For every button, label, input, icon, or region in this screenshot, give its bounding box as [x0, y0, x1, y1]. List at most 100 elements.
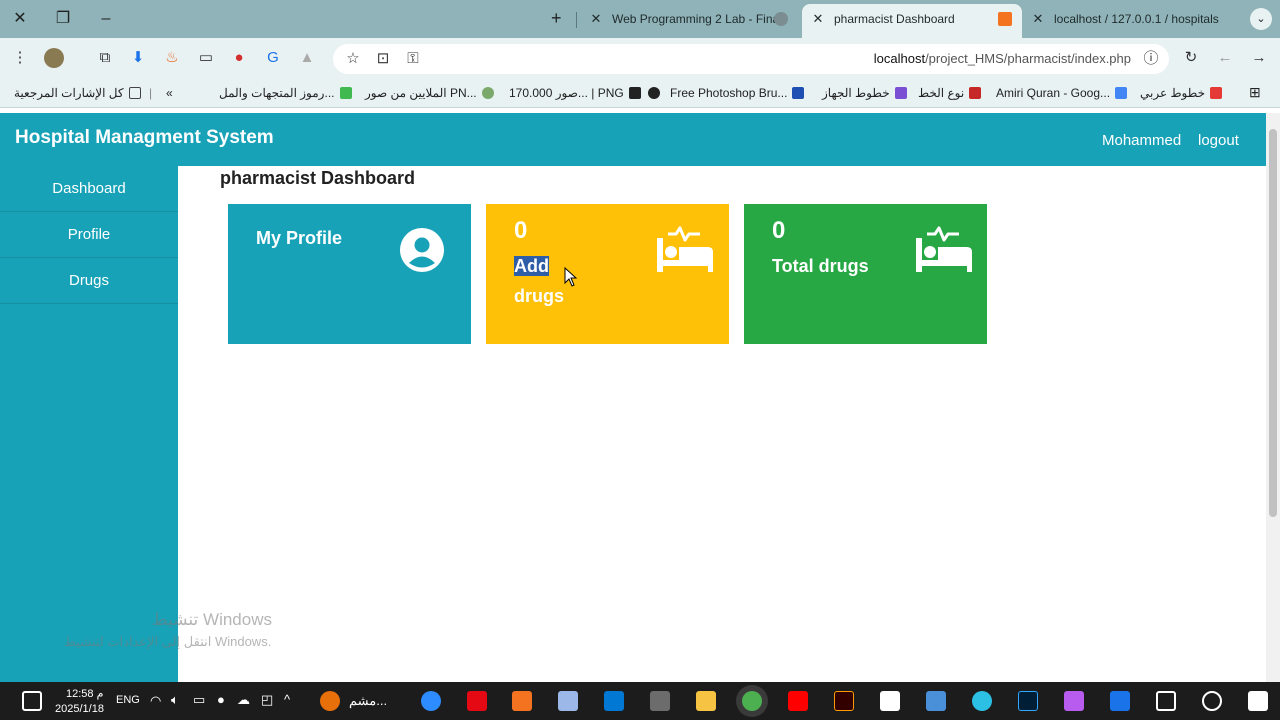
show-hidden-icons[interactable]: ^	[284, 692, 290, 707]
battery-icon[interactable]: ▭	[193, 692, 205, 708]
meet-icon[interactable]: ◰	[261, 692, 273, 708]
screen-capture-icon[interactable]: ▭	[196, 48, 216, 68]
add-drugs-card[interactable]: 0 Add drugs	[486, 204, 729, 344]
site-info-icon[interactable]: ⓘ	[1141, 49, 1161, 69]
tab-search-icon[interactable]: ⌄	[1250, 8, 1272, 30]
bookmark-png-170k[interactable]: صور 170.000... | PNG	[509, 86, 641, 100]
bookmark-photoshop[interactable]: Free Photoshop Bru...	[648, 86, 805, 100]
copilot-icon[interactable]	[1064, 691, 1084, 711]
language-indicator[interactable]: ENG	[116, 694, 140, 706]
windows-taskbar: 12:58 م 2025/1/18 ENG ◠ 🔈︎ ▭ ● ☁ ◰ ^ مشم…	[0, 682, 1280, 720]
apps-grid-icon[interactable]: ⊞	[1249, 84, 1261, 101]
onedrive-icon[interactable]: ☁	[237, 692, 250, 708]
close-window-icon[interactable]: ✕	[9, 8, 31, 30]
reload-icon[interactable]: ↻	[1181, 48, 1201, 68]
youtube-icon[interactable]	[788, 691, 808, 711]
b-site-icon	[792, 87, 805, 99]
translate-icon[interactable]: G	[263, 48, 283, 68]
bookmark-divider: |	[149, 86, 153, 100]
address-bar[interactable]: ☆ ⊡ ⚿ localhost/project_HMS/pharmacist/i…	[333, 44, 1169, 74]
globe-icon	[648, 87, 660, 99]
total-drugs-card[interactable]: 0 Total drugs	[744, 204, 987, 344]
notifications-icon[interactable]	[22, 691, 42, 711]
xampp-icon[interactable]	[512, 691, 532, 711]
font-type-icon	[969, 87, 982, 99]
back-arrow-icon[interactable]: ←	[1215, 48, 1235, 68]
new-tab-icon[interactable]: +	[551, 8, 562, 29]
volume-icon[interactable]: 🔈︎	[171, 692, 179, 708]
task-view-icon[interactable]	[1156, 691, 1176, 711]
tab-web-programming[interactable]: ✕ Web Programming 2 Lab - Fina	[584, 4, 798, 38]
font-site-icon	[894, 87, 907, 99]
bookmark-vectors[interactable]: رموز المتجهات والمل...	[219, 86, 352, 100]
bookmark-png-millions[interactable]: الملايين من صور PN...	[365, 86, 494, 100]
wifi-icon[interactable]: ◠	[150, 693, 161, 709]
bookmark-all[interactable]: كل الإشارات المرجعية	[14, 86, 141, 100]
top-navbar: Hospital Managment System Mohammed logou…	[0, 113, 1266, 166]
extensions-icon[interactable]: ⧉	[95, 48, 115, 68]
forward-arrow-icon[interactable]: →	[1249, 48, 1269, 68]
download-icon[interactable]: ⬇	[128, 48, 148, 68]
photoshop-icon[interactable]	[1018, 691, 1038, 711]
close-tab-icon[interactable]: ✕	[810, 4, 826, 34]
search-icon[interactable]	[1202, 691, 1222, 711]
microphone-icon[interactable]: ●	[217, 692, 225, 707]
clock-date[interactable]: 2025/1/18	[55, 703, 104, 715]
close-tab-icon[interactable]: ✕	[1030, 4, 1046, 34]
menu-dots-icon[interactable]: ⋮	[10, 48, 30, 68]
edge-icon[interactable]	[972, 691, 992, 711]
chrome-icon[interactable]	[742, 691, 762, 711]
start-windows-icon[interactable]	[1248, 691, 1268, 711]
close-tab-icon[interactable]: ✕	[588, 4, 604, 34]
drive-extension-icon[interactable]: ▲	[297, 48, 317, 68]
mail-icon[interactable]	[1110, 691, 1130, 711]
virtualbox-icon[interactable]	[558, 691, 578, 711]
zoom-icon[interactable]	[421, 691, 441, 711]
card-label: My Profile	[256, 228, 343, 248]
taskbar-item-label[interactable]: مشم...	[349, 693, 387, 709]
bookmark-arabic-fonts[interactable]: خطوط عربي	[1140, 86, 1223, 100]
bed-pulse-icon	[657, 226, 713, 272]
windows-activation-title: تنشيط Windows	[152, 610, 272, 629]
bookmark-font-type[interactable]: نوع الخط	[918, 86, 982, 100]
card-count: 0	[772, 217, 786, 244]
bookmark-amiri[interactable]: Amiri Quran - Goog...	[996, 86, 1128, 100]
netflix-icon[interactable]	[467, 691, 487, 711]
vector-site-icon	[339, 87, 352, 99]
tab-pharmacist-dashboard[interactable]: ✕ pharmacist Dashboard	[802, 4, 1022, 38]
page-title: pharmacist Dashboard	[220, 168, 416, 188]
store-icon[interactable]	[926, 691, 946, 711]
new-extension-icon[interactable]: ●	[229, 48, 249, 68]
user-link[interactable]: Mohammed	[1102, 132, 1181, 149]
sidebar-item-dashboard[interactable]: Dashboard	[0, 166, 178, 212]
illustrator-icon[interactable]	[834, 691, 854, 711]
sidebar-item-drugs[interactable]: Drugs	[0, 258, 178, 304]
clock-time[interactable]: 12:58 م	[66, 687, 103, 700]
bookmarks-bar: كل الإشارات المرجعية | « رموز المتجهات و…	[0, 80, 1280, 108]
chevrons-icon[interactable]: «	[166, 86, 173, 100]
my-profile-card[interactable]: My Profile	[228, 204, 471, 344]
profile-avatar-icon[interactable]	[44, 48, 64, 68]
bed-pulse-icon	[916, 226, 972, 272]
bookmark-device-fonts[interactable]: خطوط الجهاز	[822, 86, 907, 100]
fire-extension-icon[interactable]: ♨	[162, 48, 182, 68]
logout-link[interactable]: logout	[1198, 132, 1239, 149]
photos-icon[interactable]	[650, 691, 670, 711]
tab-phpmyadmin[interactable]: ✕ localhost / 127.0.0.1 / hospitals	[1026, 4, 1240, 38]
browser-toolbar: ⋮ ⧉ ⬇ ♨ ▭ ● G ▲ ☆ ⊡ ⚿ localhost/project_…	[0, 38, 1280, 80]
sidebar-item-profile[interactable]: Profile	[0, 212, 178, 258]
file-explorer-icon[interactable]	[696, 691, 716, 711]
restore-window-icon[interactable]: ❐	[52, 8, 74, 30]
page-scrollbar[interactable]	[1266, 113, 1280, 682]
security-shield-icon[interactable]	[880, 691, 900, 711]
wix-icon	[628, 87, 641, 99]
browser-tab-bar: ✕ ❐ – + ✕ Web Programming 2 Lab - Fina ✕ p…	[0, 0, 1280, 38]
bookmark-star-icon[interactable]: ☆	[343, 49, 363, 69]
password-key-icon[interactable]: ⚿	[403, 49, 423, 69]
scroll-thumb[interactable]	[1269, 129, 1277, 517]
brand-title[interactable]: Hospital Managment System	[15, 127, 274, 149]
vscode-icon[interactable]	[604, 691, 624, 711]
minimize-window-icon[interactable]: –	[95, 8, 117, 30]
translate-page-icon[interactable]: ⊡	[373, 49, 393, 69]
firefox-like-icon[interactable]	[320, 691, 340, 711]
